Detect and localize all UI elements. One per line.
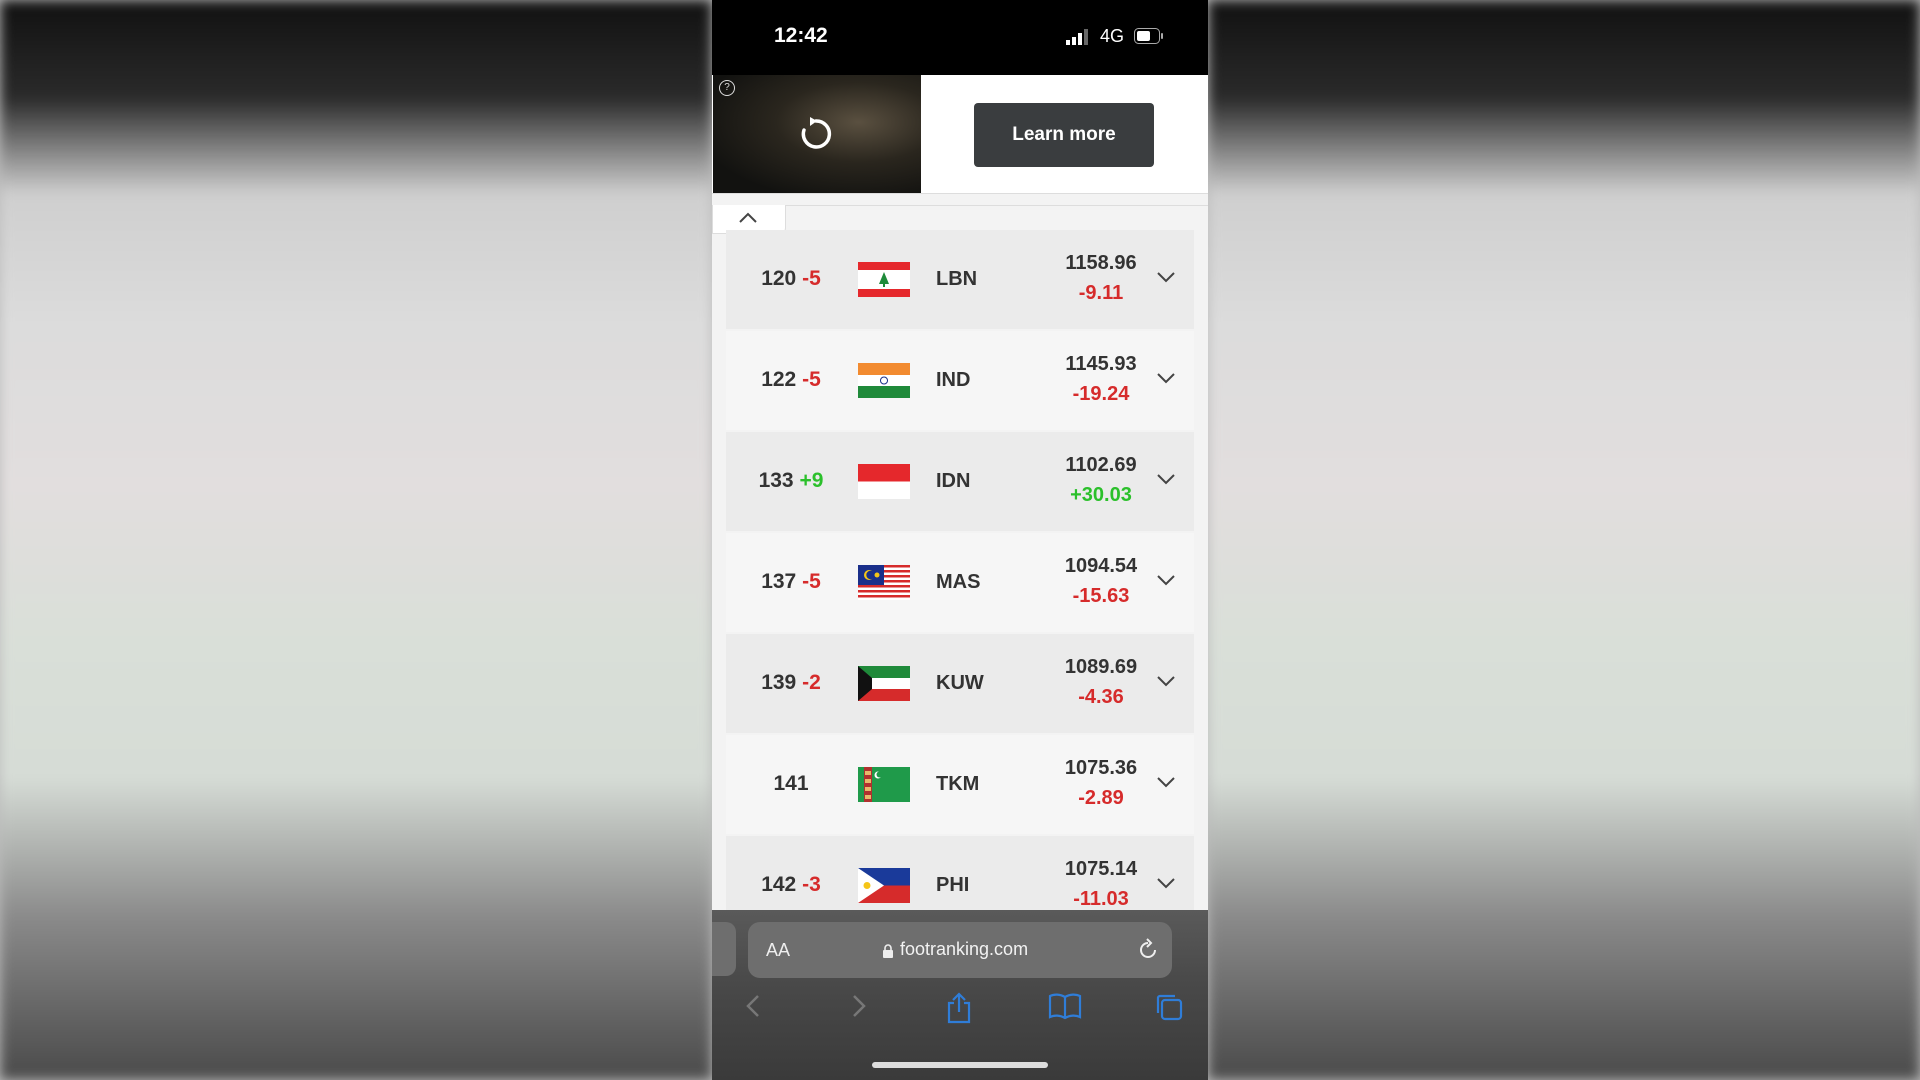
country-code: MAS <box>936 571 981 593</box>
lebanon-flag-icon <box>858 262 910 297</box>
ad-help-icon[interactable]: ? <box>719 80 735 96</box>
rank-number: 137 <box>761 570 797 593</box>
chevron-down-icon[interactable] <box>1156 270 1176 284</box>
advertisement-banner[interactable]: ? Learn more <box>712 75 1208 194</box>
points-delta: -2.89 <box>1078 787 1124 809</box>
points-delta: +30.03 <box>1070 484 1132 506</box>
kuwait-flag-icon <box>858 666 910 701</box>
rank-cell: 139 -2 <box>726 671 856 695</box>
address-bar[interactable]: AA footranking.com <box>748 922 1172 978</box>
country-code: LBN <box>936 268 978 290</box>
ranking-points: 1075.14 <box>1064 858 1138 880</box>
replay-icon[interactable] <box>797 115 835 153</box>
ranking-row-mas[interactable]: 137 -5 MAS 1094.54 -15.63 <box>726 533 1194 632</box>
blurred-background-right <box>1208 0 1920 1080</box>
rank-change: -3 <box>802 873 821 896</box>
indonesia-flag-icon <box>858 464 910 499</box>
points-delta: -9.11 <box>1078 282 1124 304</box>
ranking-points: 1158.96 <box>1065 252 1137 274</box>
tabs-icon[interactable] <box>1154 992 1184 1022</box>
malaysia-flag-icon <box>858 565 910 600</box>
points-delta: -19.24 <box>1072 383 1130 405</box>
ranking-list: 120 -5 LBN 1158.96 -9.11 122 -5 IND 1145… <box>726 230 1194 937</box>
rank-cell: 133 +9 <box>726 469 856 493</box>
phone-screen: 12:42 4G ? Learn more 120 -5 LBN 1158.96… <box>712 0 1208 1080</box>
india-flag-icon <box>858 363 910 398</box>
rank-cell: 142 -3 <box>726 873 856 897</box>
share-icon[interactable] <box>944 992 974 1024</box>
cellular-signal-icon <box>1066 29 1088 45</box>
chevron-up-icon <box>739 212 757 223</box>
previous-tab-preview[interactable] <box>712 922 736 976</box>
chevron-down-icon[interactable] <box>1156 775 1176 789</box>
country-code: IND <box>936 369 971 391</box>
ranking-points: 1145.93 <box>1065 353 1137 375</box>
rank-change: -5 <box>802 570 821 593</box>
rank-cell: 137 -5 <box>726 570 856 594</box>
ranking-row-kuw[interactable]: 139 -2 KUW 1089.69 -4.36 <box>726 634 1194 733</box>
country-code: KUW <box>936 672 984 694</box>
forward-icon[interactable] <box>846 992 870 1020</box>
back-icon[interactable] <box>742 992 766 1020</box>
text-size-button[interactable]: AA <box>766 940 790 961</box>
learn-more-button[interactable]: Learn more <box>974 103 1154 167</box>
country-code: PHI <box>936 874 970 896</box>
status-time: 12:42 <box>774 24 828 47</box>
country-code: IDN <box>936 470 971 492</box>
rank-cell: 120 -5 <box>726 267 856 291</box>
blurred-background-left <box>0 0 712 1080</box>
divider <box>784 205 1208 206</box>
ranking-points: 1075.36 <box>1064 757 1138 779</box>
ranking-row-tkm[interactable]: 141 TKM 1075.36 -2.89 <box>726 735 1194 834</box>
rank-change: -5 <box>802 267 821 290</box>
chevron-down-icon[interactable] <box>1156 573 1176 587</box>
ranking-row-ind[interactable]: 122 -5 IND 1145.93 -19.24 <box>726 331 1194 430</box>
rank-cell: 141 <box>726 772 856 796</box>
chevron-down-icon[interactable] <box>1156 674 1176 688</box>
rank-change: +9 <box>799 469 824 492</box>
rank-number: 133 <box>758 469 794 492</box>
ranking-row-lbn[interactable]: 120 -5 LBN 1158.96 -9.11 <box>726 230 1194 329</box>
rank-number: 139 <box>761 671 797 694</box>
reload-icon[interactable] <box>1136 938 1160 962</box>
url-text[interactable]: footranking.com <box>900 939 1028 960</box>
philippines-flag-icon <box>858 868 910 903</box>
network-type: 4G <box>1100 26 1125 46</box>
chevron-down-icon[interactable] <box>1156 371 1176 385</box>
rank-change: -5 <box>802 368 821 391</box>
rank-number: 122 <box>761 368 797 391</box>
bookmarks-icon[interactable] <box>1048 992 1082 1020</box>
status-bar: 12:42 4G <box>712 0 1208 75</box>
rank-cell: 122 -5 <box>726 368 856 392</box>
rank-change: -2 <box>802 671 821 694</box>
country-code: TKM <box>936 773 980 795</box>
turkmenistan-flag-icon <box>858 767 910 802</box>
ranking-points: 1094.54 <box>1064 555 1138 577</box>
points-delta: -4.36 <box>1078 686 1124 708</box>
ranking-points: 1102.69 <box>1065 454 1137 476</box>
rank-number: 120 <box>761 267 797 290</box>
chevron-down-icon[interactable] <box>1156 472 1176 486</box>
lock-icon <box>883 944 893 958</box>
rank-number: 142 <box>761 873 797 896</box>
points-delta: -11.03 <box>1073 888 1129 910</box>
safari-toolbar: AA footranking.com <box>712 910 1208 1080</box>
chevron-down-icon[interactable] <box>1156 876 1176 890</box>
battery-icon <box>1134 28 1163 44</box>
ad-video-thumbnail[interactable]: ? <box>713 75 921 193</box>
ranking-row-idn[interactable]: 133 +9 IDN 1102.69 +30.03 <box>726 432 1194 531</box>
home-indicator[interactable] <box>872 1062 1048 1068</box>
rank-number: 141 <box>773 772 809 795</box>
points-delta: -15.63 <box>1072 585 1130 607</box>
ranking-points: 1089.69 <box>1064 656 1138 678</box>
